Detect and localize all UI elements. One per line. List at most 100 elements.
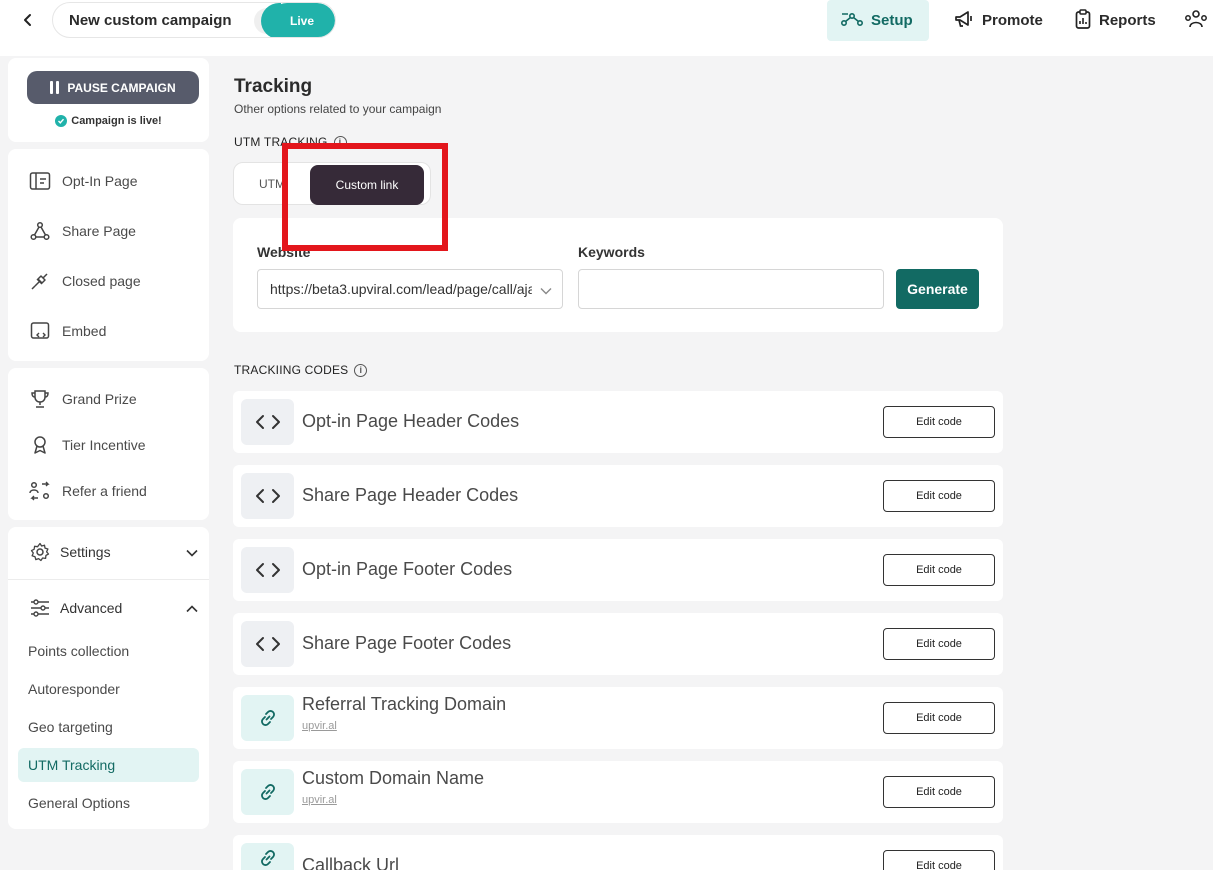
highlight-annotation-box xyxy=(282,143,448,251)
tab-setup-label: Setup xyxy=(871,12,913,29)
sidebar-item-tier-incentive[interactable]: Tier Incentive xyxy=(28,433,146,457)
clipboard-icon xyxy=(1075,8,1091,33)
embed-icon xyxy=(28,319,52,343)
pause-campaign-button[interactable]: PAUSE CAMPAIGN xyxy=(27,71,199,104)
edit-code-button[interactable]: Edit code xyxy=(883,480,995,512)
edit-code-button[interactable]: Edit code xyxy=(883,406,995,438)
sidebar-item-label: Embed xyxy=(62,323,107,339)
trophy-icon xyxy=(28,387,52,411)
sidebar-item-label: Opt-In Page xyxy=(62,173,138,189)
tab-setup[interactable]: Setup xyxy=(827,0,929,41)
campaign-name-pill: New custom campaign Live xyxy=(52,2,336,38)
sidebar-item-autoresponder[interactable]: Autoresponder xyxy=(18,672,199,706)
top-bar: New custom campaign Live Setup Promote R… xyxy=(0,0,1213,56)
page-subtitle: Other options related to your campaign xyxy=(234,102,442,116)
tab-users[interactable] xyxy=(1176,0,1213,41)
edit-code-button[interactable]: Edit code xyxy=(883,850,995,870)
sidebar-item-embed[interactable]: Embed xyxy=(28,319,106,343)
campaign-live-note: Campaign is live! xyxy=(8,115,209,127)
edit-code-button[interactable]: Edit code xyxy=(883,702,995,734)
code-icon xyxy=(241,399,294,445)
code-row-title: Opt-in Page Footer Codes xyxy=(302,559,513,579)
code-row-title: Referral Tracking Domain xyxy=(302,694,507,714)
link-icon xyxy=(241,843,294,870)
sidebar-item-label: Refer a friend xyxy=(62,483,147,499)
sidebar-item-points-collection[interactable]: Points collection xyxy=(18,634,199,668)
code-row-title: Opt-in Page Header Codes xyxy=(302,411,520,431)
sidebar-item-optin-page[interactable]: Opt-In Page xyxy=(28,169,138,193)
tab-reports-label: Reports xyxy=(1099,12,1156,29)
sidebar-item-share-page[interactable]: Share Page xyxy=(28,219,136,243)
website-select[interactable]: https://beta3.upviral.com/lead/page/call… xyxy=(257,269,563,309)
edit-code-button[interactable]: Edit code xyxy=(883,554,995,586)
back-arrow-icon[interactable] xyxy=(16,8,40,32)
sidebar-item-label: Share Page xyxy=(62,223,136,239)
code-row-referral-domain: Referral Tracking Domain upvir.al Edit c… xyxy=(233,687,1003,749)
tab-reports[interactable]: Reports xyxy=(1061,0,1170,41)
settings-nav-card: Settings Advanced Points collection Auto… xyxy=(8,527,209,829)
optin-page-icon xyxy=(28,169,52,193)
sidebar-item-label: Grand Prize xyxy=(62,391,137,407)
code-row-title: Callback Url xyxy=(302,855,400,870)
edit-code-button[interactable]: Edit code xyxy=(883,628,995,660)
keywords-label: Keywords xyxy=(578,244,645,260)
sidebar-advanced-toggle[interactable]: Advanced xyxy=(28,596,198,620)
code-icon xyxy=(241,621,294,667)
campaign-live-text: Campaign is live! xyxy=(71,115,162,127)
campaign-status-card: PAUSE CAMPAIGN Campaign is live! xyxy=(8,58,209,142)
generate-button[interactable]: Generate xyxy=(896,269,979,309)
info-icon[interactable]: i xyxy=(354,363,368,377)
refer-icon xyxy=(28,479,52,503)
keywords-input[interactable] xyxy=(578,269,884,309)
edit-code-button[interactable]: Edit code xyxy=(883,776,995,808)
award-icon xyxy=(28,433,52,457)
sidebar-item-label: Closed page xyxy=(62,273,141,289)
code-row-share-header: Share Page Header Codes Edit code xyxy=(233,465,1003,527)
code-row-domain-link[interactable]: upvir.al xyxy=(302,794,337,806)
code-row-optin-footer: Opt-in Page Footer Codes Edit code xyxy=(233,539,1003,601)
code-row-custom-domain: Custom Domain Name upvir.al Edit code xyxy=(233,761,1003,823)
page-title: Tracking xyxy=(234,76,313,97)
tab-promote[interactable]: Promote xyxy=(940,0,1057,41)
route-icon xyxy=(840,11,863,31)
sliders-icon xyxy=(28,596,52,620)
tracking-codes-heading: TRACKIING CODES i xyxy=(234,363,368,377)
code-row-optin-header: Opt-in Page Header Codes Edit code xyxy=(233,391,1003,453)
sidebar-item-grand-prize[interactable]: Grand Prize xyxy=(28,387,137,411)
tracking-codes-label: TRACKIING CODES xyxy=(234,363,349,377)
sidebar-item-refer-a-friend[interactable]: Refer a friend xyxy=(28,479,147,503)
sidebar-settings-label: Settings xyxy=(60,544,111,560)
sidebar-advanced-label: Advanced xyxy=(60,600,123,616)
code-row-callback-url: Callback Url Edit code xyxy=(233,835,1003,870)
sidebar-settings-toggle[interactable]: Settings xyxy=(28,540,198,564)
campaign-name: New custom campaign xyxy=(69,12,232,29)
code-row-domain-link[interactable]: upvir.al xyxy=(302,720,337,732)
code-row-title: Share Page Footer Codes xyxy=(302,633,512,653)
code-icon xyxy=(241,547,294,593)
code-row-title: Share Page Header Codes xyxy=(302,485,519,505)
link-icon xyxy=(241,695,294,741)
tab-promote-label: Promote xyxy=(982,12,1043,29)
pause-campaign-label: PAUSE CAMPAIGN xyxy=(67,80,176,95)
sidebar-item-utm-tracking[interactable]: UTM Tracking xyxy=(18,748,199,782)
chevron-down-icon xyxy=(540,282,552,300)
live-status-badge[interactable]: Live xyxy=(261,3,335,37)
chevron-down-icon xyxy=(186,544,198,560)
share-icon xyxy=(28,219,52,243)
code-icon xyxy=(241,473,294,519)
check-circle-icon xyxy=(55,115,68,127)
prizes-nav-card: Grand Prize Tier Incentive Refer a frien… xyxy=(8,368,209,520)
website-select-value: https://beta3.upviral.com/lead/page/call… xyxy=(270,281,532,297)
pages-nav-card: Opt-In Page Share Page Closed page Embed xyxy=(8,149,209,361)
sidebar-item-general-options[interactable]: General Options xyxy=(18,786,199,820)
gear-icon xyxy=(28,540,52,564)
sidebar-item-label: Tier Incentive xyxy=(62,437,146,453)
chevron-up-icon xyxy=(186,600,198,616)
code-row-share-footer: Share Page Footer Codes Edit code xyxy=(233,613,1003,675)
link-icon xyxy=(241,769,294,815)
sidebar-item-closed-page[interactable]: Closed page xyxy=(28,269,141,293)
divider xyxy=(8,579,209,580)
megaphone-icon xyxy=(954,10,974,32)
code-row-title: Custom Domain Name xyxy=(302,768,485,788)
sidebar-item-geo-targeting[interactable]: Geo targeting xyxy=(18,710,199,744)
